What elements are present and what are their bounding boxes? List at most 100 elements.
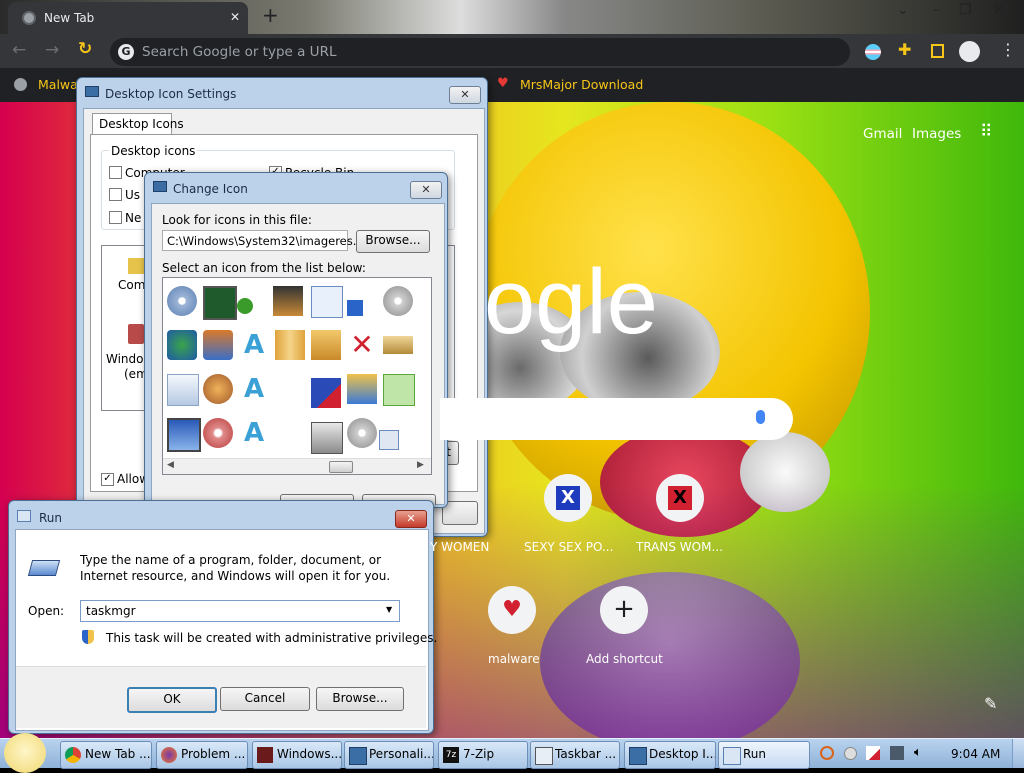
- omnibox[interactable]: G Search Google or type a URL: [110, 38, 850, 66]
- show-desktop-button[interactable]: [1012, 739, 1024, 768]
- side-panel-icon[interactable]: [931, 44, 944, 58]
- restore-icon[interactable]: ❐: [959, 2, 972, 18]
- network-sync-icon[interactable]: [167, 330, 197, 360]
- cancel-button[interactable]: Cancel: [220, 687, 310, 711]
- close-window-icon[interactable]: ✕: [993, 2, 1005, 18]
- red-x-icon[interactable]: ✕: [347, 330, 377, 360]
- apps-grid-icon[interactable]: ⠿: [980, 122, 992, 142]
- shortcut-tile[interactable]: X TRANS WOM...: [632, 474, 732, 556]
- browse-button[interactable]: Browse...: [316, 687, 404, 711]
- display-icon: [153, 181, 167, 192]
- extensions-puzzle-icon[interactable]: ✚: [898, 40, 911, 59]
- dropdown-arrow-icon[interactable]: ▼: [386, 605, 392, 614]
- taskbar-button-7zip[interactable]: 7z 7-Zip: [438, 741, 528, 769]
- chrome-icon: [65, 747, 81, 763]
- file-path-input[interactable]: C:\Windows\System32\imageres.dll: [162, 230, 370, 251]
- back-icon[interactable]: ←: [12, 40, 26, 60]
- profile-avatar-icon[interactable]: [959, 41, 980, 62]
- scroll-left-icon[interactable]: ◀: [167, 460, 174, 470]
- internet-computer-icon[interactable]: [203, 374, 233, 404]
- speaker-icon[interactable]: [379, 430, 399, 450]
- library-books-icon[interactable]: [275, 330, 305, 360]
- forward-icon[interactable]: →: [45, 40, 59, 60]
- images-link[interactable]: Images: [912, 126, 961, 142]
- shortcut-tile[interactable]: ♥ malware: [464, 586, 564, 668]
- taskbar-button-chrome[interactable]: New Tab ...: [60, 741, 152, 769]
- checkbox-allow-themes[interactable]: ✓: [101, 473, 114, 486]
- film-icon[interactable]: [273, 286, 303, 316]
- magnifier-tray-icon[interactable]: [820, 746, 834, 760]
- taskbar: New Tab ... Problem ... Windows... Perso…: [0, 733, 1024, 773]
- font-a-icon[interactable]: A: [239, 330, 269, 360]
- minimize-icon[interactable]: –: [933, 2, 940, 18]
- preview-label: Windo: [106, 352, 144, 366]
- menu-kebab-icon[interactable]: ⋮: [1000, 40, 1016, 59]
- plus-icon: +: [600, 586, 648, 634]
- close-icon[interactable]: ✕: [449, 86, 481, 104]
- new-tab-button[interactable]: +: [262, 3, 279, 27]
- hardware-icon[interactable]: [383, 336, 413, 354]
- tab-close-icon[interactable]: ✕: [230, 10, 240, 24]
- action-center-flag-icon[interactable]: [866, 746, 880, 760]
- tab-search-icon[interactable]: ⌄: [897, 2, 909, 18]
- zip-icon: 7z: [443, 747, 459, 763]
- search-box[interactable]: [440, 398, 793, 440]
- reload-icon[interactable]: ↻: [78, 39, 92, 59]
- close-icon[interactable]: ✕: [410, 181, 442, 199]
- music-folder-icon[interactable]: [311, 330, 341, 360]
- open-label: Open:: [28, 604, 65, 618]
- flag-extension-icon[interactable]: [865, 44, 881, 60]
- shortcut-tile[interactable]: X SEXY SEX PO...: [520, 474, 620, 556]
- tab-label: Desktop Icons: [99, 117, 184, 131]
- customize-pencil-icon[interactable]: ✎: [984, 694, 997, 713]
- checkbox-computer[interactable]: [109, 166, 122, 179]
- display-settings-icon[interactable]: [167, 418, 201, 452]
- scanner-icon[interactable]: [311, 422, 343, 454]
- taskbar-button-windows[interactable]: Windows...: [252, 741, 342, 769]
- horizontal-scrollbar[interactable]: ◀ ▶: [163, 458, 431, 474]
- bookmark-malware[interactable]: Malwar: [14, 77, 84, 93]
- font-globe-icon[interactable]: A: [239, 418, 269, 448]
- documents-icon[interactable]: [167, 374, 199, 406]
- ok-button[interactable]: OK: [127, 687, 217, 713]
- checkbox-network[interactable]: [109, 211, 122, 224]
- taskbar-button-run[interactable]: Run: [718, 741, 810, 769]
- scroll-right-icon[interactable]: ▶: [417, 460, 424, 470]
- open-input-value[interactable]: taskmgr: [86, 604, 136, 618]
- checkbox-user-files[interactable]: [109, 188, 122, 201]
- disk-remove-icon[interactable]: [311, 378, 341, 408]
- taskbar-button-personalization[interactable]: Personali...: [344, 741, 434, 769]
- dialog-title: Desktop Icon Settings: [105, 87, 237, 101]
- smiley-tray-icon[interactable]: [844, 747, 857, 760]
- performance-monitor-icon[interactable]: [203, 286, 237, 320]
- start-button-icon[interactable]: [4, 733, 46, 773]
- dvd-r-icon[interactable]: [347, 418, 377, 448]
- gmail-link[interactable]: Gmail: [863, 126, 902, 142]
- clock[interactable]: 9:04 AM: [951, 747, 1000, 761]
- network-tray-icon[interactable]: [890, 746, 904, 760]
- checklist-icon[interactable]: [311, 286, 343, 318]
- microphone-icon[interactable]: [756, 410, 765, 424]
- tab-new-tab[interactable]: New Tab ✕: [8, 2, 248, 34]
- taskbar-button-taskbar[interactable]: Taskbar ...: [530, 741, 620, 769]
- icon-grid[interactable]: A ✕ A A ◀ ▶: [162, 277, 432, 475]
- cd-red-icon[interactable]: [203, 418, 233, 448]
- tab-desktop-icons[interactable]: Desktop Icons: [92, 113, 184, 135]
- checkmark-icon[interactable]: [237, 298, 253, 314]
- bookmark-mrsmajor[interactable]: ♥ MrsMajor Download: [497, 76, 643, 93]
- font-a-small-icon[interactable]: A: [239, 374, 269, 404]
- dvd-rw-icon[interactable]: [383, 286, 413, 316]
- scroll-thumb[interactable]: [329, 461, 353, 473]
- programs-icon[interactable]: [203, 330, 233, 360]
- taskbar-button-desktop-icon[interactable]: Desktop I...: [624, 741, 716, 769]
- green-arrows-icon[interactable]: [383, 374, 415, 406]
- network-share-icon[interactable]: [347, 374, 377, 404]
- browse-button[interactable]: Browse...: [356, 230, 430, 253]
- add-shortcut-tile[interactable]: + Add shortcut: [576, 586, 676, 668]
- open-combobox[interactable]: taskmgr ▼: [80, 600, 400, 622]
- volume-tray-icon[interactable]: 🔈︎: [914, 745, 922, 760]
- dvd-drive-icon[interactable]: [167, 286, 197, 316]
- download-arrow-icon[interactable]: [347, 300, 363, 316]
- shortcut-tile[interactable]: Y WOMEN: [420, 480, 530, 562]
- taskbar-button-firefox[interactable]: Problem ...: [156, 741, 248, 769]
